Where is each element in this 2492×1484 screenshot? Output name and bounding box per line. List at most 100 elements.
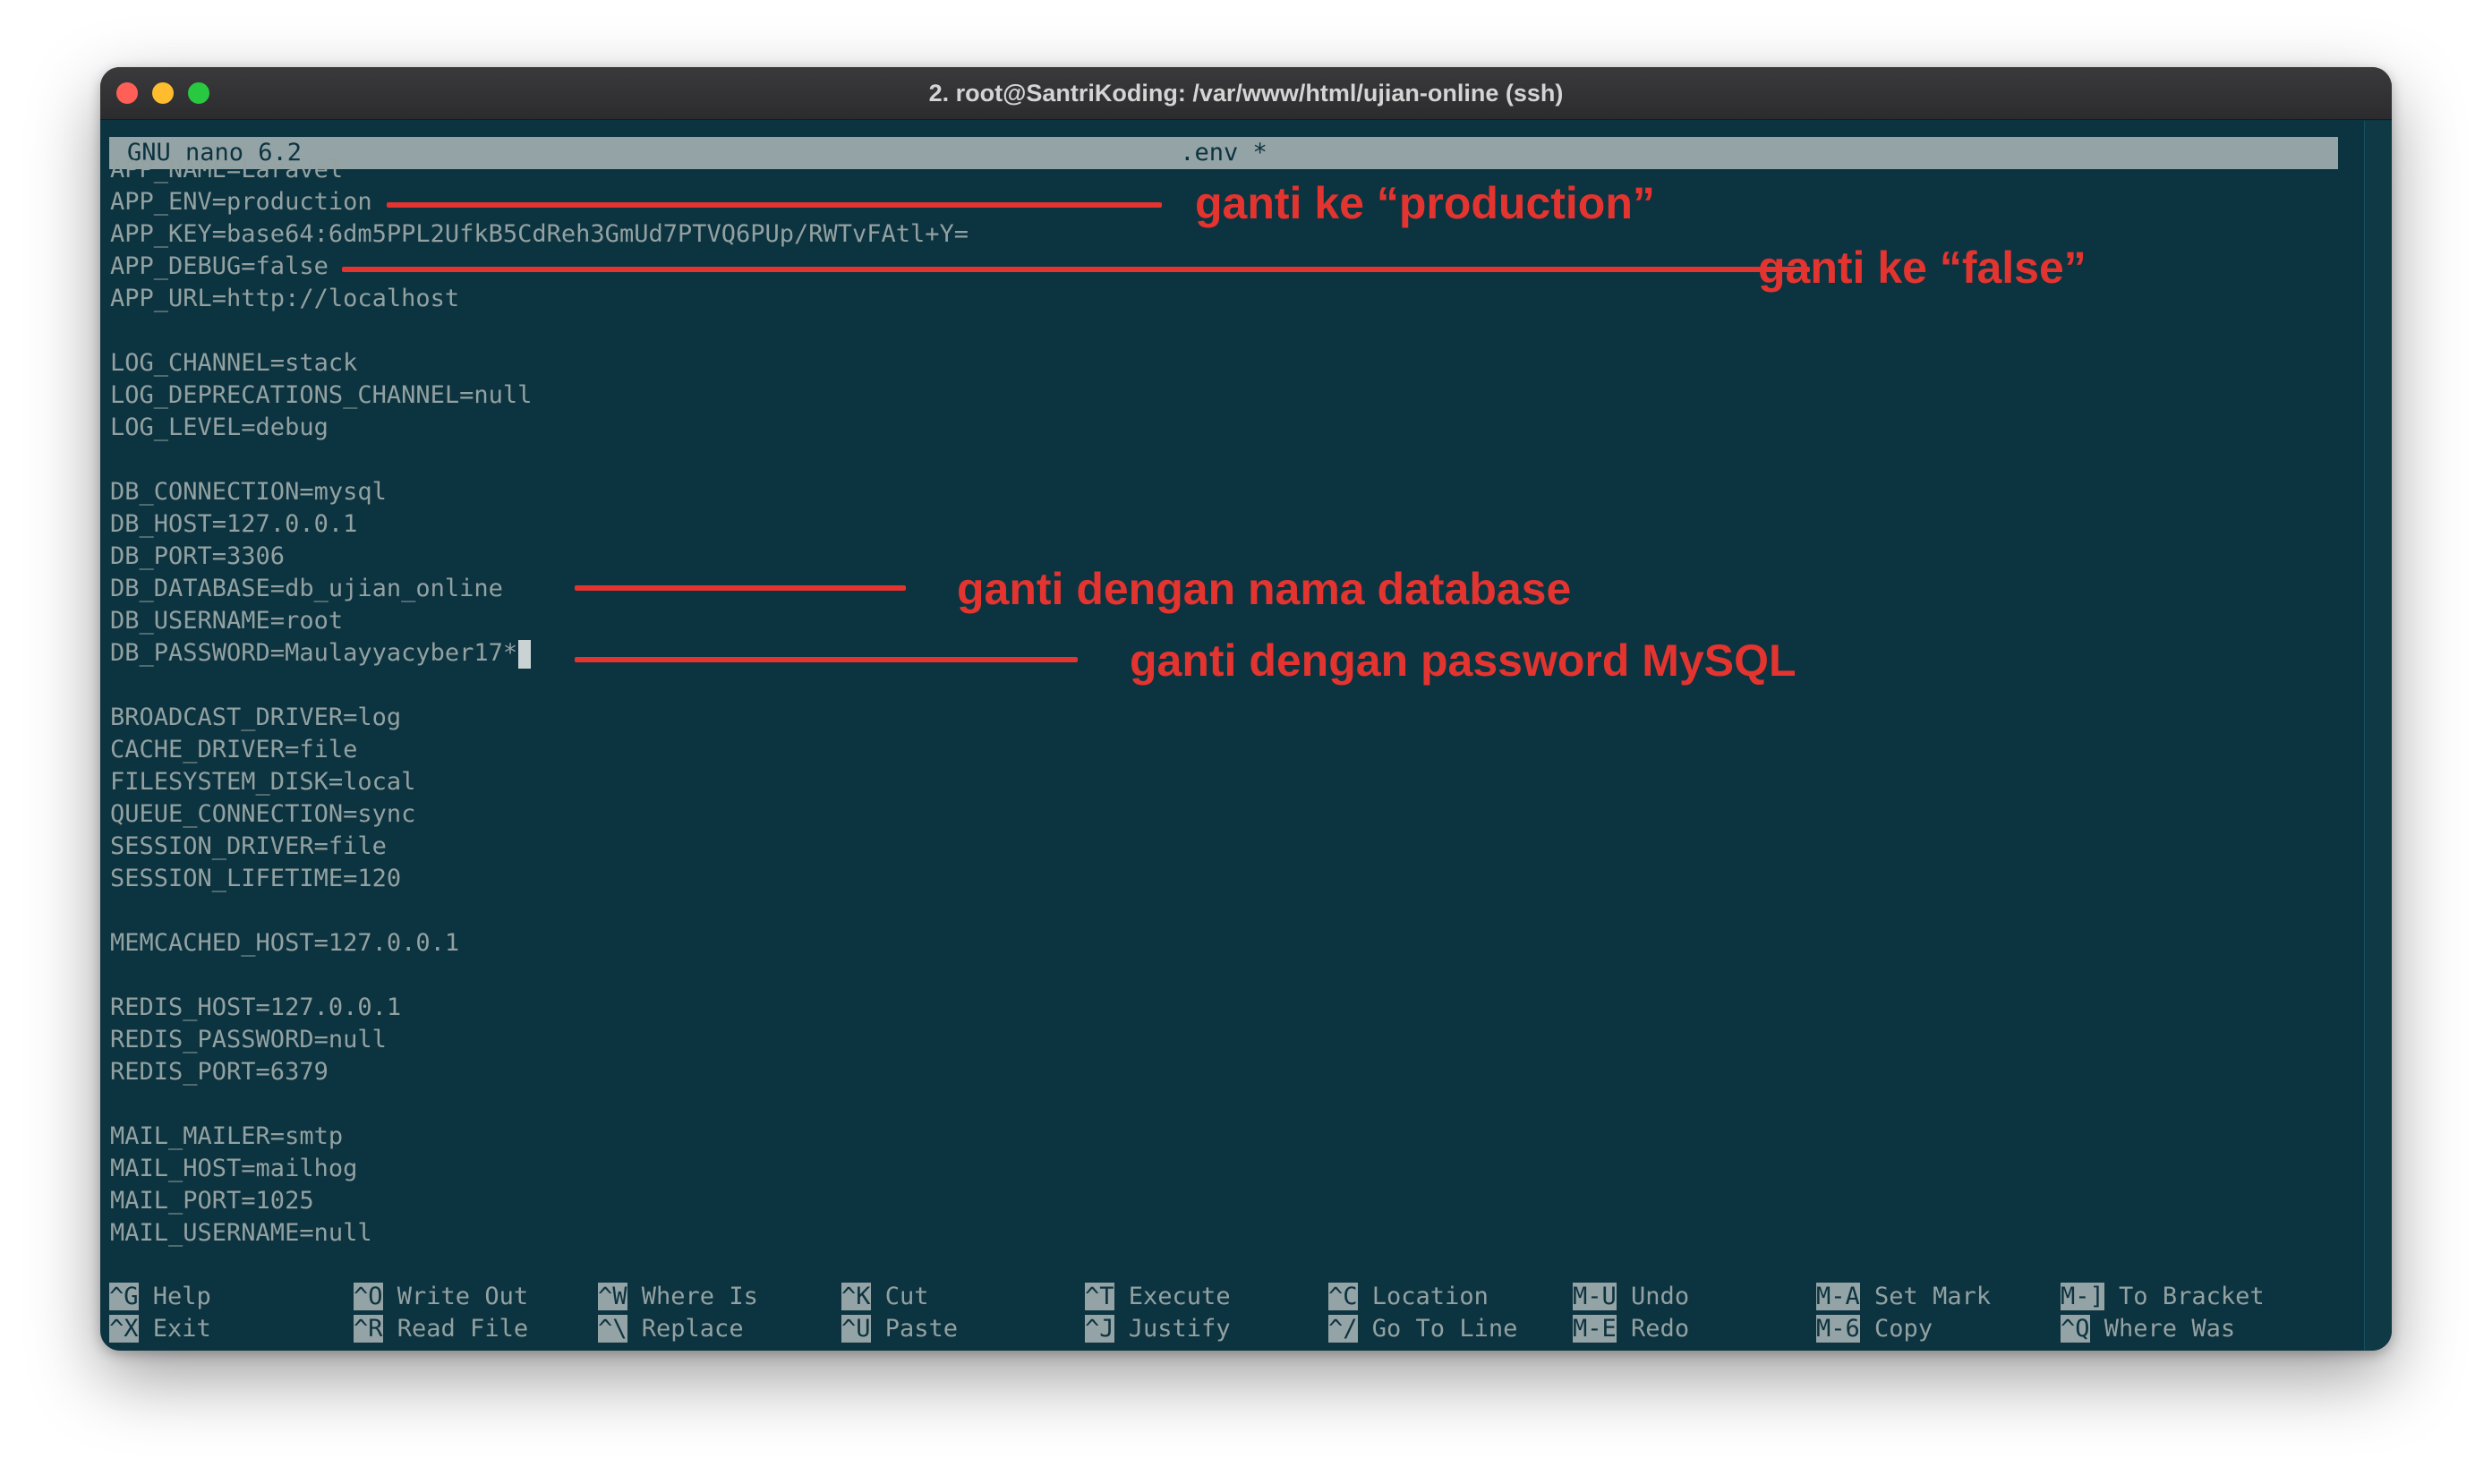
shortcut-item: ^/ Go To Line <box>1328 1313 1517 1345</box>
env-line: DB_HOST=127.0.0.1 <box>110 508 357 541</box>
annotation-label: ganti dengan password MySQL <box>1130 635 1796 686</box>
shortcut-label: Paste <box>884 1315 959 1343</box>
shortcut-key: ^J <box>1085 1315 1114 1343</box>
env-line-text: REDIS_PASSWORD=null <box>110 1026 387 1053</box>
env-line-text: SESSION_DRIVER=file <box>110 832 387 860</box>
env-line-text: APP_URL=http://localhost <box>110 285 460 312</box>
title-bar[interactable]: 2. root@SantriKoding: /var/www/html/ujia… <box>100 67 2392 120</box>
env-line-text: MEMCACHED_HOST=127.0.0.1 <box>110 929 460 957</box>
shortcut-label: Where Was <box>2104 1315 2236 1343</box>
env-line: DB_CONNECTION=mysql <box>110 476 387 508</box>
annotation-arrow-line <box>575 657 1078 662</box>
env-line: APP_ENV=production <box>110 186 372 218</box>
shortcut-key: ^W <box>598 1283 627 1310</box>
env-line: MAIL_PORT=1025 <box>110 1185 314 1217</box>
env-line: DB_DATABASE=db_ujian_online <box>110 573 503 605</box>
shortcut-key: M-] <box>2061 1283 2104 1310</box>
env-line-text: DB_DATABASE=db_ujian_online <box>110 575 503 602</box>
shortcut-item: ^T Execute <box>1085 1281 1231 1313</box>
shortcut-key: M-A <box>1816 1283 1860 1310</box>
terminal-scrollbar[interactable] <box>2364 121 2392 1351</box>
shortcut-item: ^J Justify <box>1085 1313 1231 1345</box>
shortcut-item: M-E Redo <box>1573 1313 1689 1345</box>
shortcut-key: ^C <box>1328 1283 1358 1310</box>
env-line: MEMCACHED_HOST=127.0.0.1 <box>110 927 459 959</box>
env-line-text: DB_USERNAME=root <box>110 607 344 635</box>
env-line: SESSION_DRIVER=file <box>110 831 387 863</box>
env-line-text: MAIL_PORT=1025 <box>110 1187 314 1215</box>
shortcut-key: ^O <box>354 1283 383 1310</box>
env-line: APP_DEBUG=false <box>110 251 329 283</box>
shortcut-label: Execute <box>1128 1283 1231 1310</box>
shortcut-item: ^X Exit <box>109 1313 211 1345</box>
shortcut-item: ^C Location <box>1328 1281 1489 1313</box>
env-line: LOG_DEPRECATIONS_CHANNEL=null <box>110 380 532 412</box>
shortcut-key: ^\ <box>598 1315 627 1343</box>
env-line-text: APP_DEBUG=false <box>110 252 329 280</box>
shortcut-label: Replace <box>641 1315 744 1343</box>
env-line: DB_USERNAME=root <box>110 605 343 637</box>
shortcut-label: Exit <box>152 1315 211 1343</box>
env-line: APP_KEY=base64:6dm5PPL2UfkB5CdReh3GmUd7P… <box>110 218 969 251</box>
env-line: REDIS_PASSWORD=null <box>110 1024 387 1056</box>
shortcut-label: Go To Line <box>1371 1315 1518 1343</box>
env-line-text: DB_HOST=127.0.0.1 <box>110 510 358 538</box>
shortcut-item: M-A Set Mark <box>1816 1281 1991 1313</box>
shortcut-key: ^/ <box>1328 1315 1358 1343</box>
shortcut-label: Redo <box>1631 1315 1690 1343</box>
shortcut-key: ^T <box>1085 1283 1114 1310</box>
shortcut-item: ^\ Replace <box>598 1313 744 1345</box>
env-line: APP_URL=http://localhost <box>110 283 459 315</box>
env-line-text: CACHE_DRIVER=file <box>110 736 358 763</box>
env-line-text: LOG_CHANNEL=stack <box>110 349 358 377</box>
env-line-text: APP_KEY=base64:6dm5PPL2UfkB5CdReh3GmUd7P… <box>110 220 969 248</box>
terminal-window: 2. root@SantriKoding: /var/www/html/ujia… <box>100 67 2392 1351</box>
shortcut-label: Justify <box>1128 1315 1231 1343</box>
env-line-text: DB_PASSWORD=Maulayyacyber17* <box>110 639 518 667</box>
annotation-arrow-line <box>575 585 906 591</box>
env-line-text: DB_PORT=3306 <box>110 542 286 570</box>
shortcut-key: M-E <box>1573 1315 1617 1343</box>
env-line-text: FILESYSTEM_DISK=local <box>110 768 416 796</box>
shortcut-label: Where Is <box>641 1283 758 1310</box>
file-name: .env * <box>1180 139 1267 166</box>
env-line-text: MAIL_HOST=mailhog <box>110 1155 358 1182</box>
shortcut-label: To Bracket <box>2119 1283 2265 1310</box>
shortcut-key: M-6 <box>1816 1315 1860 1343</box>
env-line: MAIL_USERNAME=null <box>110 1217 372 1249</box>
shortcut-item: ^Q Where Was <box>2061 1313 2235 1345</box>
env-line-text: QUEUE_CONNECTION=sync <box>110 800 416 828</box>
shortcut-label: Cut <box>884 1283 929 1310</box>
env-line: BROADCAST_DRIVER=log <box>110 702 401 734</box>
annotation-arrow-line <box>387 202 1162 208</box>
env-line: APP_NAME=Laravel <box>110 154 343 186</box>
shortcut-key: M-U <box>1573 1283 1617 1310</box>
annotation-label: ganti ke “false” <box>1758 243 2087 293</box>
env-line-text: MAIL_USERNAME=null <box>110 1219 372 1247</box>
shortcut-key: ^X <box>109 1315 139 1343</box>
shortcut-label: Set Mark <box>1874 1283 1992 1310</box>
nano-header-bar: GNU nano 6.2 .env * <box>109 137 2338 169</box>
shortcut-key: ^U <box>841 1315 871 1343</box>
shortcut-item: M-] To Bracket <box>2061 1281 2265 1313</box>
shortcut-item: M-U Undo <box>1573 1281 1689 1313</box>
env-line: CACHE_DRIVER=file <box>110 734 357 766</box>
env-line: FILESYSTEM_DISK=local <box>110 766 415 798</box>
shortcut-key: ^R <box>354 1315 383 1343</box>
shortcut-label: Undo <box>1631 1283 1690 1310</box>
env-line: LOG_LEVEL=debug <box>110 412 329 444</box>
env-line: QUEUE_CONNECTION=sync <box>110 798 415 831</box>
text-cursor <box>518 639 532 669</box>
env-line-text: LOG_DEPRECATIONS_CHANNEL=null <box>110 381 533 409</box>
shortcut-key: ^G <box>109 1283 139 1310</box>
shortcut-item: M-6 Copy <box>1816 1313 1933 1345</box>
env-line: MAIL_HOST=mailhog <box>110 1153 357 1185</box>
env-line-text: REDIS_PORT=6379 <box>110 1058 329 1086</box>
annotation-arrow-line <box>342 267 1810 272</box>
env-line-text: APP_NAME=Laravel <box>110 156 344 183</box>
shortcut-item: ^R Read File <box>354 1313 528 1345</box>
env-line-text: LOG_LEVEL=debug <box>110 414 329 441</box>
window-title: 2. root@SantriKoding: /var/www/html/ujia… <box>928 80 1564 107</box>
env-line-text: REDIS_HOST=127.0.0.1 <box>110 994 402 1021</box>
env-line: DB_PORT=3306 <box>110 541 285 573</box>
